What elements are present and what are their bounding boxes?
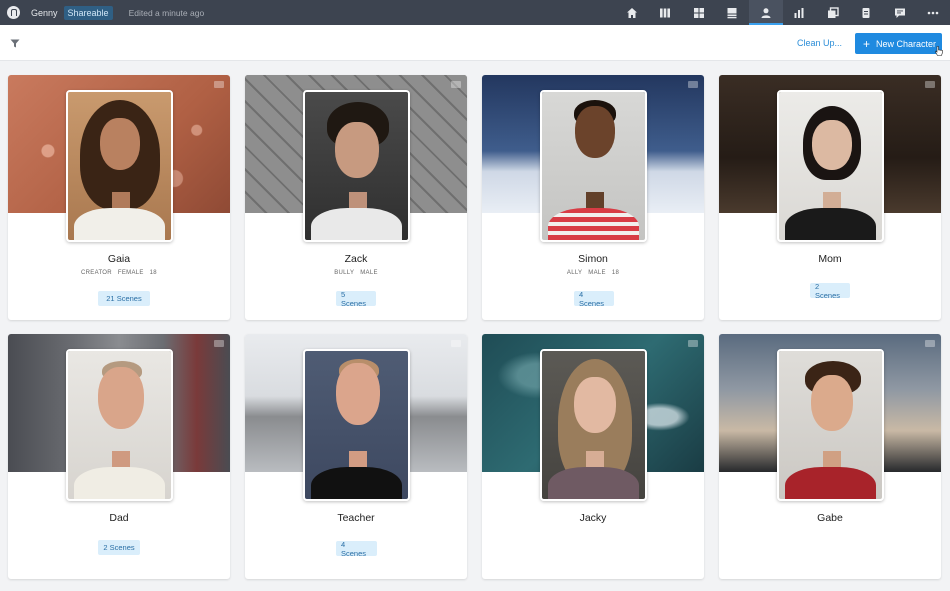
character-tag[interactable]: FEMALE bbox=[118, 270, 144, 276]
character-tag[interactable]: CREATOR bbox=[81, 270, 112, 276]
character-name: Zack bbox=[344, 253, 368, 265]
character-tag[interactable]: MALE bbox=[360, 270, 378, 276]
scenes-badge[interactable]: 21 Scenes bbox=[98, 291, 150, 306]
character-portrait bbox=[66, 90, 173, 242]
nav-copy[interactable] bbox=[816, 0, 850, 25]
scenes-badge[interactable]: 4 Scenes bbox=[336, 540, 377, 558]
scenes-badge[interactable]: 5 Scenes bbox=[336, 290, 376, 308]
character-name: Mom bbox=[818, 253, 842, 265]
pointer-cursor-icon bbox=[935, 46, 943, 56]
character-card[interactable]: Dad 2 Scenes bbox=[8, 334, 230, 579]
clean-up-button[interactable]: Clean Up... bbox=[797, 38, 842, 48]
nav-columns[interactable] bbox=[649, 0, 683, 25]
character-card[interactable]: Jacky bbox=[482, 334, 704, 579]
new-character-label: New Character bbox=[876, 38, 937, 49]
character-portrait bbox=[777, 349, 884, 501]
video-icon[interactable] bbox=[214, 81, 224, 88]
nav-layout[interactable] bbox=[716, 0, 750, 25]
main-nav bbox=[615, 0, 950, 25]
grid-icon bbox=[693, 7, 704, 18]
chat-icon bbox=[894, 8, 905, 18]
more-icon bbox=[927, 11, 939, 14]
character-tag[interactable]: 18 bbox=[612, 270, 619, 276]
character-name: Simon bbox=[578, 253, 608, 265]
character-portrait bbox=[540, 349, 647, 501]
toolbar: Clean Up... + New Character bbox=[0, 25, 950, 61]
character-tag[interactable]: BULLY bbox=[334, 270, 354, 276]
scenes-badge[interactable]: 4 Scenes bbox=[574, 290, 614, 308]
character-name: Gaia bbox=[107, 253, 131, 265]
edited-status: Edited a minute ago bbox=[128, 7, 205, 18]
nav-grid[interactable] bbox=[682, 0, 716, 25]
character-tags: BULLY MALE bbox=[245, 270, 467, 276]
character-tags: ALLY MALE 18 bbox=[482, 270, 704, 276]
character-name: Dad bbox=[109, 512, 129, 524]
app-name[interactable]: Genny bbox=[31, 8, 58, 18]
bar-chart-icon bbox=[794, 7, 804, 18]
character-card[interactable]: Simon ALLY MALE 18 4 Scenes bbox=[482, 75, 704, 320]
video-icon[interactable] bbox=[451, 340, 461, 347]
nav-home[interactable] bbox=[615, 0, 649, 25]
nav-stats[interactable] bbox=[783, 0, 817, 25]
nav-document[interactable] bbox=[850, 0, 884, 25]
columns-icon bbox=[660, 8, 671, 17]
character-tag[interactable]: ALLY bbox=[567, 270, 582, 276]
scenes-badge[interactable]: 2 Scenes bbox=[98, 540, 140, 555]
character-name: Gabe bbox=[817, 512, 843, 524]
document-icon bbox=[862, 7, 870, 18]
character-portrait bbox=[303, 90, 410, 242]
character-portrait bbox=[66, 349, 173, 501]
character-tag[interactable]: MALE bbox=[588, 270, 606, 276]
video-icon[interactable] bbox=[451, 81, 461, 88]
shareable-badge[interactable]: Shareable bbox=[63, 5, 113, 20]
character-card[interactable]: Mom 2 Scenes bbox=[719, 75, 941, 320]
video-icon[interactable] bbox=[925, 340, 935, 347]
video-icon[interactable] bbox=[688, 81, 698, 88]
home-icon bbox=[626, 7, 637, 18]
plus-icon: + bbox=[863, 36, 871, 51]
layout-icon bbox=[727, 7, 737, 18]
character-card[interactable]: Gabe bbox=[719, 334, 941, 579]
nav-chat[interactable] bbox=[883, 0, 917, 25]
top-bar: Genny Shareable Edited a minute ago bbox=[0, 0, 950, 25]
nav-more[interactable] bbox=[917, 0, 950, 25]
character-portrait bbox=[540, 90, 647, 242]
character-tag[interactable]: 18 bbox=[150, 270, 157, 276]
nav-characters[interactable] bbox=[749, 0, 783, 25]
copy-icon bbox=[827, 6, 839, 18]
scenes-badge[interactable]: 2 Scenes bbox=[810, 282, 850, 300]
new-character-button[interactable]: + New Character bbox=[855, 33, 942, 54]
video-icon[interactable] bbox=[688, 340, 698, 347]
person-icon bbox=[761, 7, 771, 18]
filter-icon[interactable] bbox=[10, 39, 20, 48]
character-card[interactable]: Teacher 4 Scenes bbox=[245, 334, 467, 579]
video-icon[interactable] bbox=[925, 81, 935, 88]
character-name: Jacky bbox=[579, 512, 607, 524]
character-portrait bbox=[303, 349, 410, 501]
character-tags: CREATOR FEMALE 18 bbox=[8, 270, 230, 276]
app-logo-icon[interactable] bbox=[7, 6, 20, 19]
character-name: Teacher bbox=[337, 512, 375, 524]
character-portrait bbox=[777, 90, 884, 242]
video-icon[interactable] bbox=[214, 340, 224, 347]
character-card[interactable]: Gaia CREATOR FEMALE 18 21 Scenes bbox=[8, 75, 230, 320]
character-card[interactable]: Zack BULLY MALE 5 Scenes bbox=[245, 75, 467, 320]
